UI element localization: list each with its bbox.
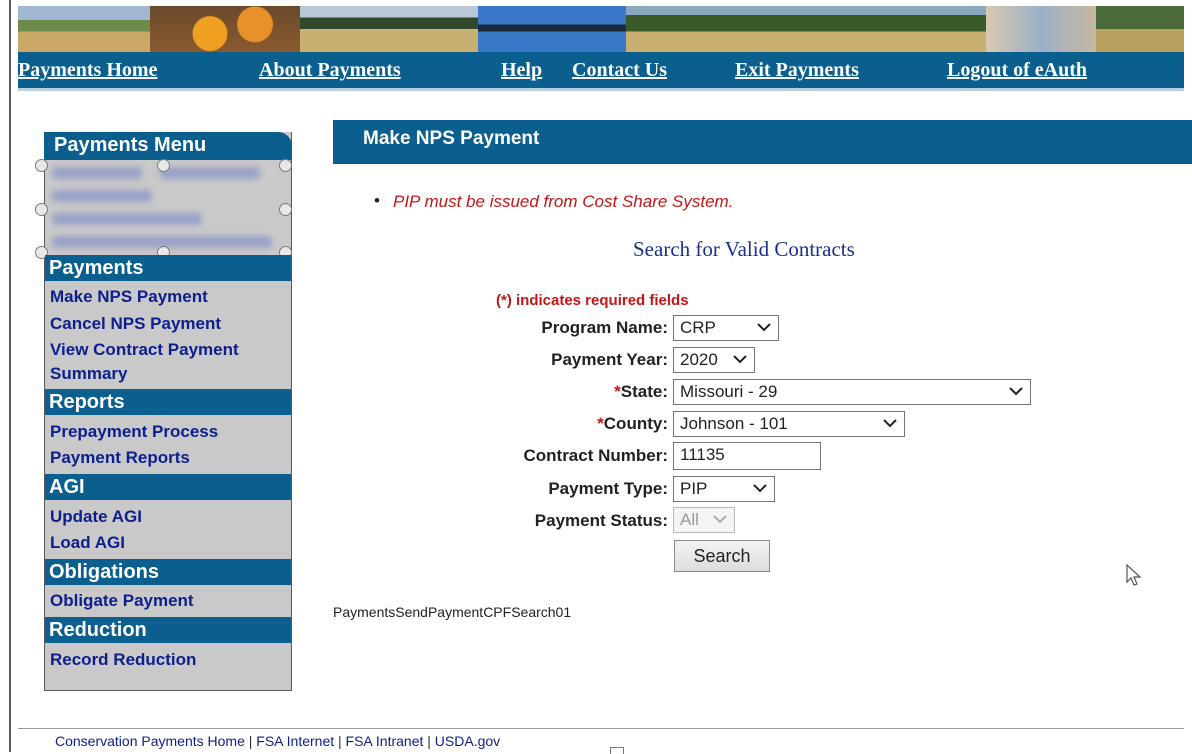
county-value: Johnson - 101	[680, 414, 788, 433]
notice-message: PIP must be issued from Cost Share Syste…	[393, 192, 734, 211]
page-code: PaymentsSendPaymentCPFSearch01	[333, 604, 572, 620]
sidebar-menu-header: Payments Menu	[44, 132, 292, 160]
footer: Conservation Payments Home | FSA Interne…	[55, 733, 500, 749]
redacted-text	[52, 213, 202, 225]
resize-handle[interactable]	[35, 159, 48, 172]
redacted-text	[160, 167, 260, 179]
nav-help[interactable]: Help	[501, 59, 542, 82]
sidebar-section-payments: Payments	[45, 255, 291, 281]
payment-type-value: PIP	[680, 479, 708, 498]
chevron-down-icon	[733, 355, 747, 364]
payment-year-select[interactable]: 2020	[673, 347, 755, 373]
mouse-cursor-icon	[1126, 564, 1142, 586]
nav-contact-us[interactable]: Contact Us	[572, 59, 667, 82]
resize-handle[interactable]	[157, 159, 170, 172]
sidebar-item-cancel-nps-payment[interactable]: Cancel NPS Payment	[50, 314, 221, 334]
chevron-down-icon	[883, 419, 897, 428]
required-fields-note: (*) indicates required fields	[496, 292, 689, 309]
sidebar-section-agi: AGI	[45, 474, 291, 500]
sidebar-section-obligations: Obligations	[45, 559, 291, 585]
bullet-icon: •	[374, 191, 380, 210]
footer-link-usda-gov[interactable]: USDA.gov	[435, 733, 500, 749]
payment-status-label: Payment Status:	[534, 511, 668, 530]
payment-type-select[interactable]: PIP	[673, 476, 775, 502]
required-star: *	[597, 414, 604, 433]
state-label: *State:	[614, 382, 668, 401]
sidebar-item-prepayment-process[interactable]: Prepayment Process	[50, 422, 218, 442]
nav-about-payments[interactable]: About Payments	[259, 59, 401, 82]
footer-separator: |	[338, 733, 342, 749]
payment-year-value: 2020	[680, 350, 718, 369]
chevron-down-icon	[1009, 387, 1023, 396]
sidebar-section-reports: Reports	[45, 389, 291, 415]
required-star: *	[614, 382, 621, 401]
sidebar-item-summary[interactable]: Summary	[50, 364, 127, 384]
state-select[interactable]: Missouri - 29	[673, 379, 1031, 405]
search-heading: Search for Valid Contracts	[633, 237, 855, 261]
contract-number-input[interactable]: 11135	[673, 442, 821, 470]
sidebar-item-view-contract-payment[interactable]: View Contract Payment	[50, 340, 239, 360]
sidebar-item-make-nps-payment[interactable]: Make NPS Payment	[50, 287, 208, 307]
sidebar-item-load-agi[interactable]: Load AGI	[50, 533, 125, 553]
window-edge-marker	[610, 747, 624, 754]
payment-status-value: All	[680, 510, 699, 529]
program-name-value: CRP	[680, 318, 716, 337]
contract-number-value: 11135	[680, 445, 725, 464]
state-value: Missouri - 29	[680, 382, 778, 401]
payment-type-label: Payment Type:	[548, 479, 668, 498]
contract-number-label: Contract Number:	[523, 446, 668, 465]
footer-link-fsa-intranet[interactable]: FSA Intranet	[346, 733, 424, 749]
footer-divider	[18, 728, 1184, 729]
payment-year-label: Payment Year:	[551, 350, 668, 369]
resize-handle[interactable]	[35, 203, 48, 216]
chevron-down-icon	[753, 484, 767, 493]
program-name-select[interactable]: CRP	[673, 315, 779, 341]
sidebar-item-record-reduction[interactable]: Record Reduction	[50, 650, 196, 670]
nav-exit-payments[interactable]: Exit Payments	[735, 59, 859, 82]
sidebar-item-update-agi[interactable]: Update AGI	[50, 507, 142, 527]
page-header: Make NPS Payment	[333, 120, 1192, 164]
sidebar-item-payment-reports[interactable]: Payment Reports	[50, 448, 190, 468]
program-name-label: Program Name:	[541, 318, 668, 337]
resize-handle[interactable]	[279, 203, 292, 216]
nav-payments-home[interactable]: Payments Home	[18, 59, 157, 82]
county-label: *County:	[597, 414, 668, 433]
sidebar-section-reduction: Reduction	[45, 617, 291, 643]
footer-link-fsa-internet[interactable]: FSA Internet	[256, 733, 334, 749]
footer-separator: |	[427, 733, 431, 749]
chevron-down-icon	[757, 323, 771, 332]
top-nav: Payments Home About Payments Help Contac…	[18, 52, 1184, 90]
resize-handle[interactable]	[279, 159, 292, 172]
redacted-text	[52, 190, 152, 202]
sidebar-menu-title: Payments Menu	[54, 134, 207, 156]
chevron-down-icon	[713, 515, 727, 524]
nav-logout[interactable]: Logout of eAuth	[947, 59, 1087, 82]
redacted-text	[52, 167, 142, 179]
footer-link-conservation-payments-home[interactable]: Conservation Payments Home	[55, 733, 245, 749]
footer-separator: |	[248, 733, 253, 749]
banner-image	[18, 6, 1184, 52]
county-select[interactable]: Johnson - 101	[673, 411, 905, 437]
sidebar-item-obligate-payment[interactable]: Obligate Payment	[50, 591, 194, 611]
search-button[interactable]: Search	[674, 540, 770, 572]
page-title: Make NPS Payment	[363, 128, 540, 149]
nav-divider	[18, 88, 1184, 91]
payment-status-select[interactable]: All	[673, 507, 735, 533]
